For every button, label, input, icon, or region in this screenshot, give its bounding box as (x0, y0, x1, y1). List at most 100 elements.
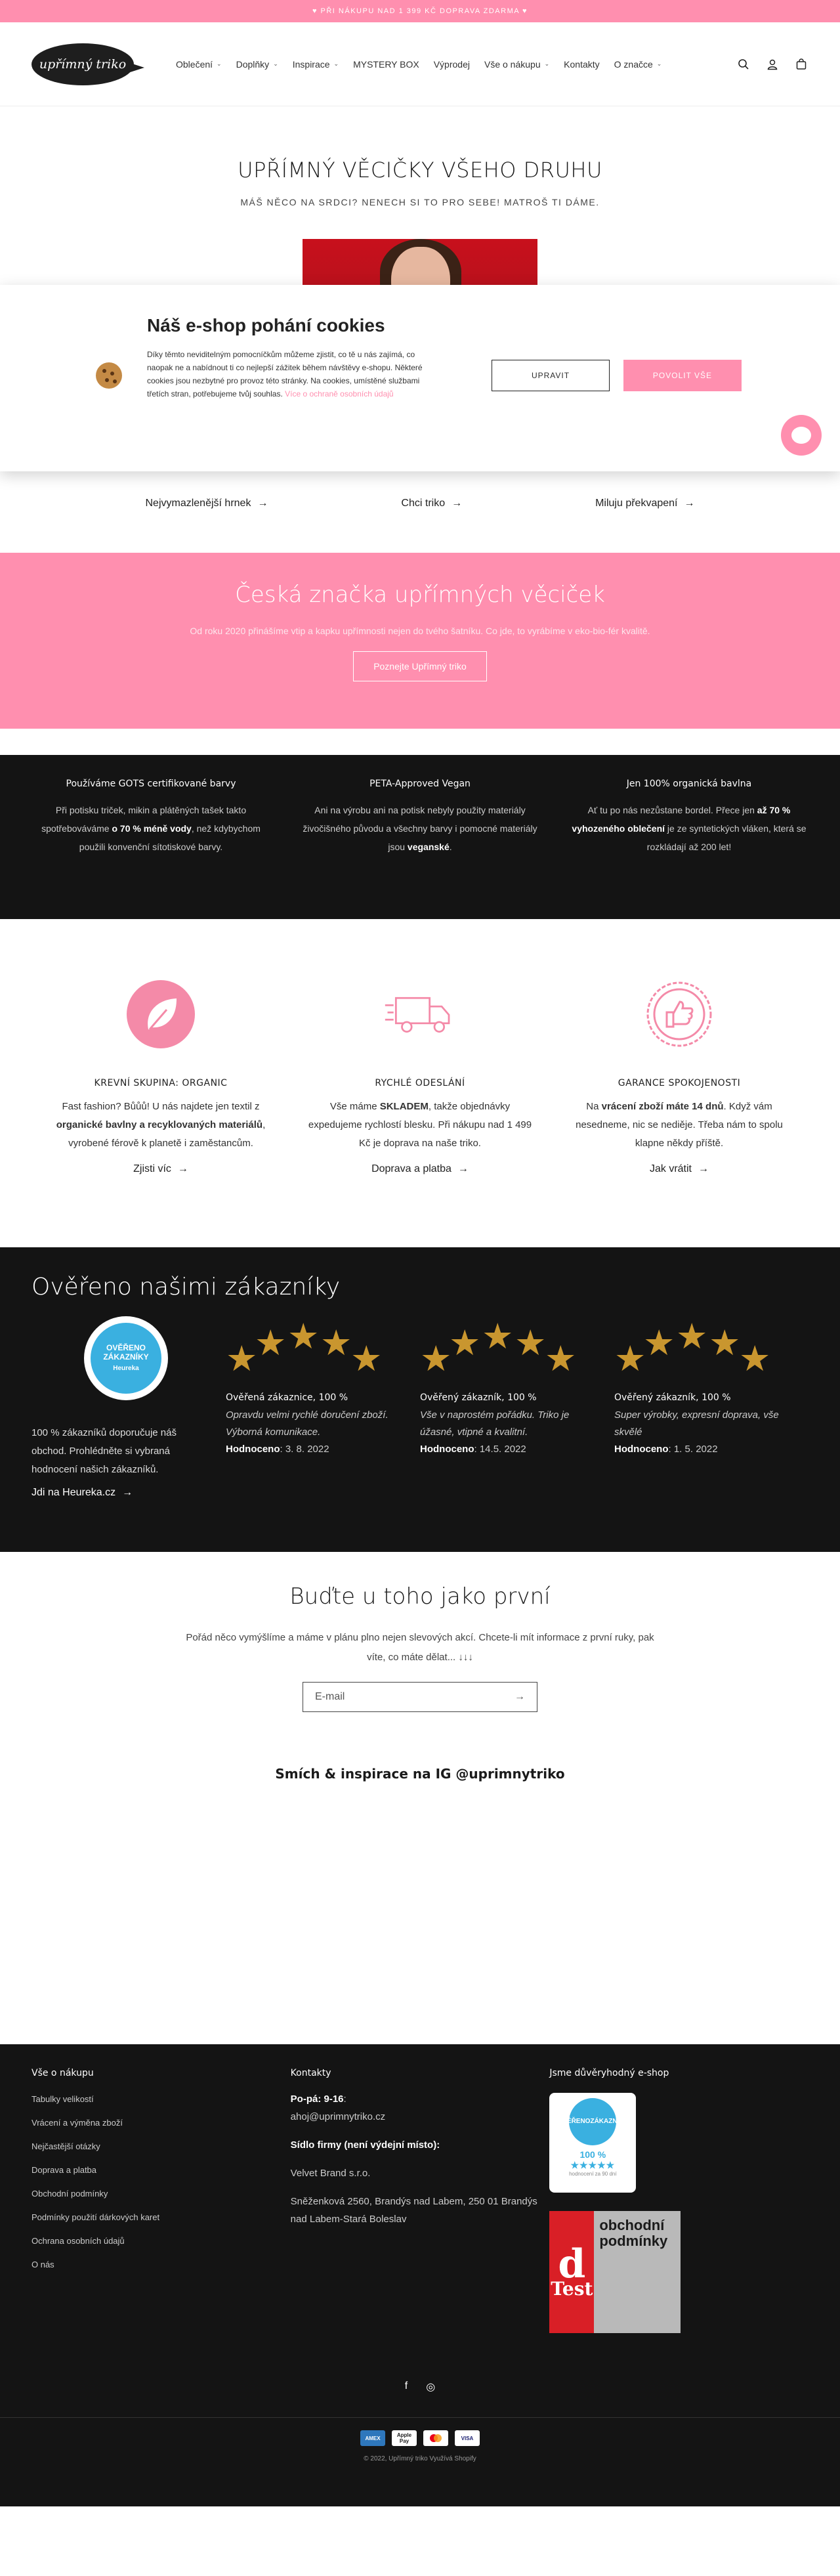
heureka-badge-line: OVĚŘENO (106, 1343, 146, 1352)
nav-inspirace[interactable]: Inspirace ⌄ (293, 59, 339, 70)
instagram-icon[interactable]: ◎ (426, 2380, 435, 2394)
newsletter-email-field[interactable]: E-mail → (303, 1682, 537, 1712)
feature-guarantee: GARANCE SPOKOJENOSTI Na vrácení zboží má… (564, 978, 794, 1247)
search-icon[interactable] (736, 57, 751, 72)
footer-col-shopping: Vše o nákupu Tabulky velikostí Vrácení a… (32, 2068, 291, 2333)
cart-icon[interactable] (794, 57, 808, 72)
footer-columns: Vše o nákupu Tabulky velikostí Vrácení a… (32, 2068, 808, 2333)
submit-arrow-icon[interactable]: → (514, 1691, 525, 1703)
footer-col-trust: Jsme důvěryhodný e-shop OVĚŘENO ZÁKAZNÍKY… (549, 2068, 808, 2333)
nav-label: Oblečení (176, 58, 213, 70)
feature-link[interactable]: Zjisti víc → (133, 1163, 188, 1175)
fact-text-part: . (449, 842, 452, 852)
heureka-trust-badge[interactable]: OVĚŘENO ZÁKAZNÍKY 100 % ★★★★★ hodnocení z… (549, 2093, 637, 2193)
footer-link[interactable]: Vrácení a výměna zboží (32, 2118, 291, 2141)
heureka-link-label: Jdi na Heureka.cz (32, 1487, 116, 1498)
chat-button[interactable] (781, 415, 822, 456)
fact-text-part: je ze syntetických vláken, která se rozk… (646, 823, 807, 852)
logo-text: upřímný triko (39, 56, 127, 72)
facebook-icon[interactable]: f (405, 2380, 408, 2394)
review-date-value: 1. 5. 2022 (673, 1444, 718, 1455)
account-icon[interactable] (765, 57, 780, 72)
dtest-text: obchodní podmínky (594, 2211, 681, 2333)
contact-email[interactable]: ahoj@uprimnytriko.cz (291, 2108, 550, 2126)
fact-cotton: Jen 100% organická bavlna Ať tu po nás n… (571, 779, 807, 919)
apple-pay-icon: Apple Pay (392, 2430, 417, 2446)
footer-links: Tabulky velikostí Vrácení a výměna zboží… (32, 2094, 291, 2283)
footer-link[interactable]: Obchodní podmínky (32, 2189, 291, 2212)
heureka-badge[interactable]: OVĚŘENO ZÁKAZNÍKY Heureka (84, 1316, 168, 1400)
nav-výprodej[interactable]: Výprodej (434, 59, 470, 70)
nav-o-značce[interactable]: O značce ⌄ (614, 59, 662, 70)
review-date-value: 14.5. 2022 (479, 1444, 526, 1455)
cookie-allow-all-button[interactable]: POVOLIT VŠE (623, 360, 742, 391)
nav-oblečení[interactable]: Oblečení ⌄ (176, 59, 222, 70)
cookie-icon (96, 362, 122, 389)
fact-text-part: Ať tu po nás nezůstane bordel. Přece jen (587, 805, 757, 815)
page-subtitle: MÁŠ NĚCO NA SRDCI? NENECH SI TO PRO SEBE… (240, 197, 600, 207)
star-icon: ★ (320, 1323, 352, 1363)
footer-link[interactable]: Ochrana osobních údajů (32, 2236, 291, 2260)
collection-link-mug[interactable]: Nejvymazlenější hrnek → (145, 494, 268, 513)
fact-text: Ani na výrobu ani na potisk nebyly použi… (302, 801, 538, 856)
collection-link-surprise[interactable]: Miluju překvapení → (595, 494, 694, 513)
brand-section: Česká značka upřímných věciček Od roku 2… (0, 553, 840, 729)
feature-link-label: Zjisti víc (133, 1163, 171, 1174)
footer-link[interactable]: Podmínky použití dárkových karet (32, 2212, 291, 2236)
feature-link[interactable]: Jak vrátit → (650, 1163, 709, 1175)
footer-link[interactable]: Doprava a platba (32, 2165, 291, 2189)
visa-icon: VISA (455, 2430, 480, 2446)
nav-doplňky[interactable]: Doplňky ⌄ (236, 59, 278, 70)
feature-link[interactable]: Doprava a platba → (371, 1163, 469, 1175)
star-icon: ★ (709, 1323, 741, 1363)
privacy-link[interactable]: Více o ochraně osobních údajů (285, 389, 393, 398)
logo-tail (126, 61, 144, 74)
nav-kontakty[interactable]: Kontakty (564, 59, 599, 70)
star-icon: ★ (739, 1339, 771, 1379)
review-card: ★ ★ ★ ★ ★ Ověřený zákazník, 100 % Vše v … (420, 1316, 585, 1499)
star-icon: ★ (350, 1339, 383, 1379)
page-title: UPŘÍMNÝ VĚCIČKY VŠEHO DRUHU (238, 158, 602, 182)
collection-link-label: Nejvymazlenější hrnek (145, 498, 251, 509)
thumbs-up-icon (643, 978, 715, 1050)
fact-title: PETA-Approved Vegan (369, 779, 471, 789)
arrow-right-icon: → (177, 1163, 188, 1174)
company-name: Velvet Brand s.r.o. (290, 2168, 371, 2179)
nav-mystery-box[interactable]: MYSTERY BOX (353, 59, 419, 70)
five-stars-icon: ★ ★ ★ ★ ★ (226, 1316, 391, 1382)
review-author: Ověřený zákazník, 100 % (420, 1392, 537, 1403)
dtest-title: obchodní podmínky (599, 2217, 668, 2249)
arrow-right-icon: → (257, 498, 268, 509)
email-placeholder: E-mail (315, 1691, 345, 1702)
feature-text-part: Fast fashion? Bůůů! U nás najdete jen te… (62, 1101, 260, 1112)
opening-hours: Po-pá: 9-16 (290, 2093, 344, 2105)
logo[interactable]: upřímný triko (32, 43, 150, 85)
nav-vše-o-nákupu[interactable]: Vše o nákupu ⌄ (484, 59, 549, 70)
star-icon: ★ (420, 1339, 452, 1379)
heureka-link[interactable]: Jdi na Heureka.cz → (32, 1487, 133, 1499)
nav-label: Inspirace (292, 58, 330, 70)
trust-badge-note: hodnocení za 90 dní (569, 2171, 617, 2177)
collection-link-tshirt[interactable]: Chci triko → (401, 494, 462, 513)
star-icon: ★ (514, 1323, 547, 1363)
fact-title: Jen 100% organická bavlna (626, 779, 752, 789)
header-icons (736, 57, 808, 72)
footer-link[interactable]: Tabulky velikostí (32, 2094, 291, 2118)
dtest-badge[interactable]: d Test obchodní podmínky (549, 2211, 681, 2333)
reviews-title: Ověřeno našimi zákazníky (32, 1274, 341, 1300)
nav-label: MYSTERY BOX (353, 58, 419, 70)
star-icon: ★ (287, 1317, 320, 1356)
footer-link[interactable]: O nás (32, 2260, 291, 2283)
seat-label: Sídlo firmy (není výdejní místo): (290, 2139, 440, 2151)
chevron-down-icon: ⌄ (333, 60, 339, 67)
footer-link[interactable]: Nejčastější otázky (32, 2141, 291, 2165)
brand-button[interactable]: Poznejte Upřímný triko (353, 651, 487, 681)
logo-bubble: upřímný triko (32, 43, 134, 85)
announcement-text: ♥ PŘI NÁKUPU NAD 1 399 KČ DOPRAVA ZDARMA… (312, 7, 528, 15)
cookie-edit-button[interactable]: UPRAVIT (492, 360, 610, 391)
arrow-right-icon: → (452, 498, 463, 509)
footer-heading: Vše o nákupu (32, 2068, 94, 2078)
review-card: ★ ★ ★ ★ ★ Ověřená zákaznice, 100 % Oprav… (226, 1316, 391, 1499)
trust-badge-percent: 100 % (579, 2149, 606, 2160)
chat-icon (791, 427, 811, 444)
